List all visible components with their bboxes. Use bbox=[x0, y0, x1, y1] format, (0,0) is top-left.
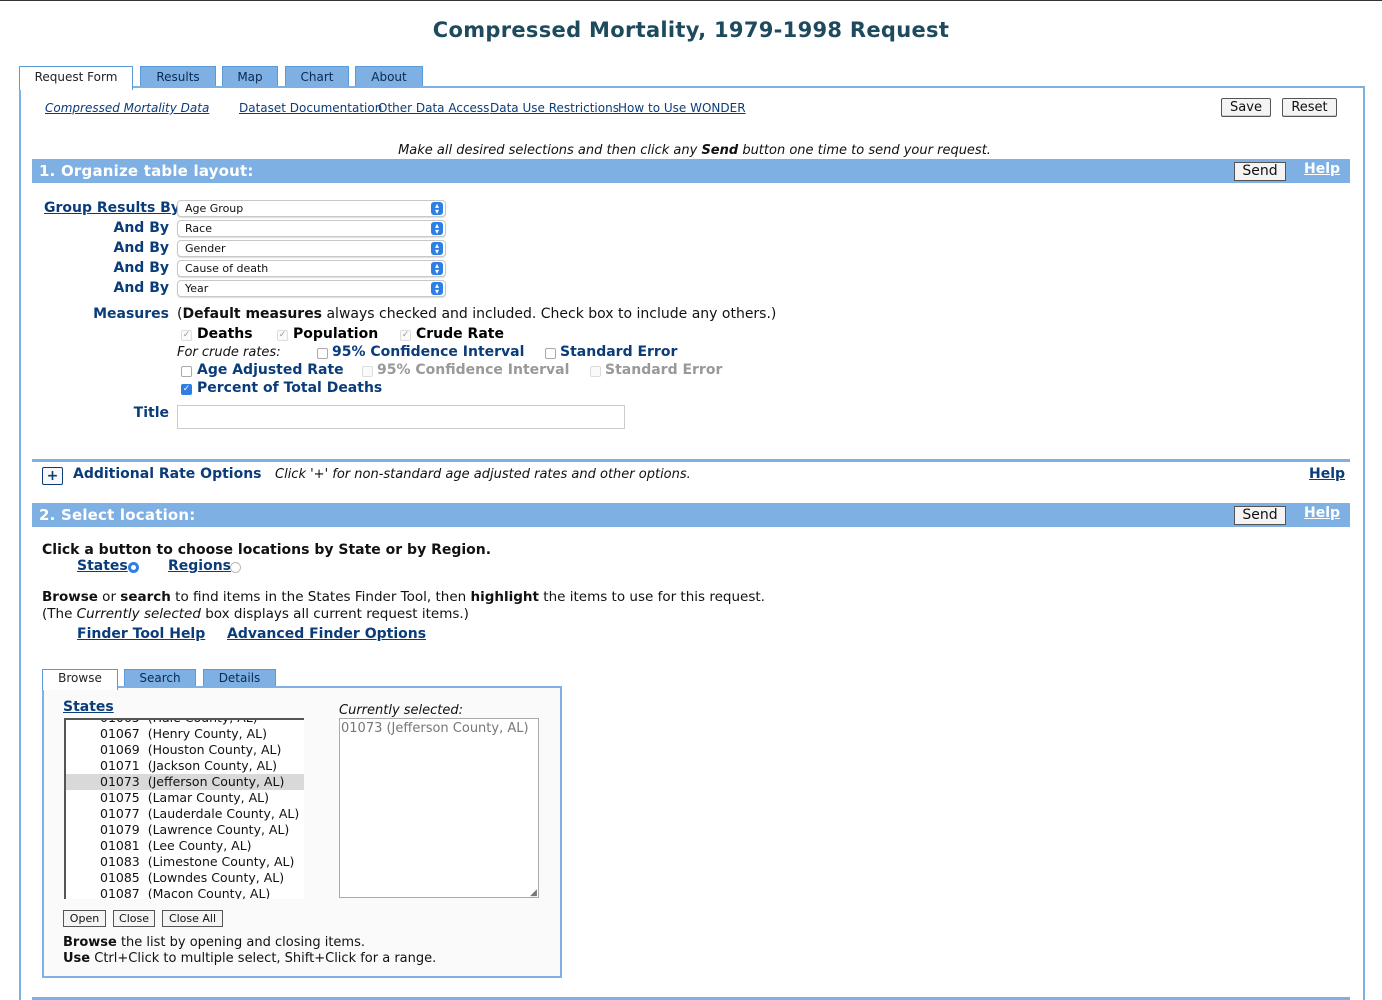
states-list-label[interactable]: States bbox=[63, 699, 114, 715]
regions-radio-label[interactable]: Regions bbox=[168, 558, 231, 574]
open-button[interactable]: Open bbox=[63, 910, 106, 927]
send-button-section2[interactable]: Send bbox=[1234, 506, 1286, 525]
title-label: Title bbox=[133, 405, 169, 421]
list-item[interactable]: 01079 (Lawrence County, AL) bbox=[66, 822, 304, 838]
states-listbox[interactable]: 01065 (Hale County, AL)01067 (Henry Coun… bbox=[64, 718, 304, 899]
chevron-updown-icon: ▴ ▾ bbox=[431, 202, 443, 216]
other-data-access-link[interactable]: Other Data Access bbox=[378, 101, 489, 115]
population-measure: Population bbox=[293, 326, 379, 342]
list-item[interactable]: 01077 (Lauderdale County, AL) bbox=[66, 806, 304, 822]
tab-map[interactable]: Map bbox=[222, 66, 278, 88]
page-title: Compressed Mortality, 1979-1998 Request bbox=[432, 18, 950, 42]
help-link-section2[interactable]: Help bbox=[1304, 505, 1340, 521]
group-by-select-1[interactable]: Age Group ▴ ▾ bbox=[177, 200, 446, 217]
crude-rate-checkbox: ✓ bbox=[400, 330, 411, 341]
reset-button[interactable]: Reset bbox=[1282, 98, 1337, 117]
help-link-section1[interactable]: Help bbox=[1304, 161, 1340, 177]
chevron-updown-icon: ▴ ▾ bbox=[431, 262, 443, 276]
crude-se-checkbox[interactable] bbox=[545, 348, 556, 359]
age-adjusted-rate-label[interactable]: Age Adjusted Rate bbox=[197, 362, 344, 378]
group-by-select-3[interactable]: Gender ▴ ▾ bbox=[177, 240, 446, 257]
list-item[interactable]: 01083 (Limestone County, AL) bbox=[66, 854, 304, 870]
title-input[interactable] bbox=[177, 405, 625, 429]
section-divider bbox=[32, 459, 1350, 462]
currently-selected-label: Currently selected: bbox=[339, 703, 464, 718]
tab-results[interactable]: Results bbox=[140, 66, 216, 88]
browse-hint: Browse the list by opening and closing i… bbox=[63, 935, 365, 950]
chevron-updown-icon: ▴ ▾ bbox=[431, 282, 443, 296]
group-by-select-4[interactable]: Cause of death ▴ ▾ bbox=[177, 260, 446, 277]
tab-about[interactable]: About bbox=[355, 66, 423, 88]
crude-ci-label[interactable]: 95% Confidence Interval bbox=[332, 344, 524, 360]
crude-ci-checkbox[interactable] bbox=[317, 348, 328, 359]
list-item[interactable]: 01073 (Jefferson County, AL) bbox=[66, 774, 304, 790]
help-link-additional[interactable]: Help bbox=[1309, 466, 1345, 482]
finder-tab-browse[interactable]: Browse bbox=[42, 669, 118, 690]
percent-total-deaths-checkbox[interactable]: ✓ bbox=[181, 384, 192, 395]
measures-label: Measures bbox=[93, 306, 169, 322]
finder-tool-help-link[interactable]: Finder Tool Help bbox=[77, 626, 205, 642]
list-item[interactable]: 01069 (Houston County, AL) bbox=[66, 742, 304, 758]
and-by-label-4: And By bbox=[113, 280, 170, 296]
resize-grip-icon[interactable]: ◢ bbox=[530, 888, 537, 898]
list-item[interactable]: 01067 (Henry County, AL) bbox=[66, 726, 304, 742]
age-adjusted-se-label: Standard Error bbox=[605, 362, 723, 378]
list-item[interactable]: 01085 (Lowndes County, AL) bbox=[66, 870, 304, 886]
expand-plus-icon[interactable]: + bbox=[42, 467, 63, 485]
states-radio[interactable] bbox=[128, 562, 139, 573]
tab-request-form[interactable]: Request Form bbox=[19, 66, 133, 90]
and-by-label-2: And By bbox=[113, 240, 170, 256]
age-adjusted-se-checkbox bbox=[590, 366, 601, 377]
tab-chart[interactable]: Chart bbox=[285, 66, 349, 88]
section-select-location-header: 2. Select location: bbox=[32, 503, 1350, 527]
choose-locations-text: Click a button to choose locations by St… bbox=[42, 542, 492, 558]
crude-rate-measure: Crude Rate bbox=[416, 326, 504, 342]
close-all-button[interactable]: Close All bbox=[162, 910, 223, 927]
browse-instructions: Browse or search to find items in the St… bbox=[42, 589, 765, 605]
group-by-select-5[interactable]: Year ▴ ▾ bbox=[177, 280, 446, 297]
list-item[interactable]: 01075 (Lamar County, AL) bbox=[66, 790, 304, 806]
age-adjusted-ci-label: 95% Confidence Interval bbox=[377, 362, 570, 378]
compressed-mortality-data-link[interactable]: Compressed Mortality Data bbox=[45, 101, 209, 115]
how-to-use-wonder-link[interactable]: How to Use WONDER bbox=[618, 101, 746, 115]
age-adjusted-ci-checkbox bbox=[362, 366, 373, 377]
regions-radio[interactable] bbox=[230, 562, 241, 573]
crude-rates-label: For crude rates: bbox=[177, 345, 281, 360]
measures-note: (Default measures always checked and inc… bbox=[177, 306, 777, 322]
instructions-text: Make all desired selections and then cli… bbox=[398, 143, 991, 158]
group-results-by-label[interactable]: Group Results By bbox=[44, 200, 180, 216]
additional-rate-options-note: Click '+' for non-standard age adjusted … bbox=[275, 467, 691, 482]
deaths-checkbox: ✓ bbox=[181, 330, 192, 341]
dataset-documentation-link[interactable]: Dataset Documentation bbox=[239, 101, 382, 115]
save-button[interactable]: Save bbox=[1221, 98, 1271, 117]
population-checkbox: ✓ bbox=[277, 330, 288, 341]
age-adjusted-rate-checkbox[interactable] bbox=[181, 366, 192, 377]
and-by-label-3: And By bbox=[113, 260, 170, 276]
close-button[interactable]: Close bbox=[113, 910, 155, 927]
additional-rate-options-label[interactable]: Additional Rate Options bbox=[73, 466, 262, 482]
chevron-updown-icon: ▴ ▾ bbox=[431, 222, 443, 236]
and-by-label-1: And By bbox=[113, 220, 170, 236]
data-use-restrictions-link[interactable]: Data Use Restrictions bbox=[490, 101, 619, 115]
percent-total-deaths-label[interactable]: Percent of Total Deaths bbox=[197, 380, 382, 396]
list-item[interactable]: 01081 (Lee County, AL) bbox=[66, 838, 304, 854]
deaths-measure: Deaths bbox=[197, 326, 253, 342]
list-item[interactable]: 01065 (Hale County, AL) bbox=[66, 720, 304, 726]
send-button-section1[interactable]: Send bbox=[1234, 162, 1286, 181]
group-by-select-2[interactable]: Race ▴ ▾ bbox=[177, 220, 446, 237]
window-top-border bbox=[0, 0, 1382, 1]
currently-selected-note: (The Currently selected box displays all… bbox=[42, 606, 469, 622]
section-organize-table-header: 1. Organize table layout: bbox=[32, 159, 1350, 183]
multiselect-hint: Use Ctrl+Click to multiple select, Shift… bbox=[63, 951, 437, 966]
chevron-updown-icon: ▴ ▾ bbox=[431, 242, 443, 256]
advanced-finder-options-link[interactable]: Advanced Finder Options bbox=[227, 626, 426, 642]
list-item[interactable]: 01087 (Macon County, AL) bbox=[66, 886, 304, 899]
crude-se-label[interactable]: Standard Error bbox=[560, 344, 677, 360]
currently-selected-box[interactable]: 01073 (Jefferson County, AL) bbox=[339, 718, 539, 898]
list-item[interactable]: 01071 (Jackson County, AL) bbox=[66, 758, 304, 774]
states-radio-label[interactable]: States bbox=[77, 558, 128, 574]
